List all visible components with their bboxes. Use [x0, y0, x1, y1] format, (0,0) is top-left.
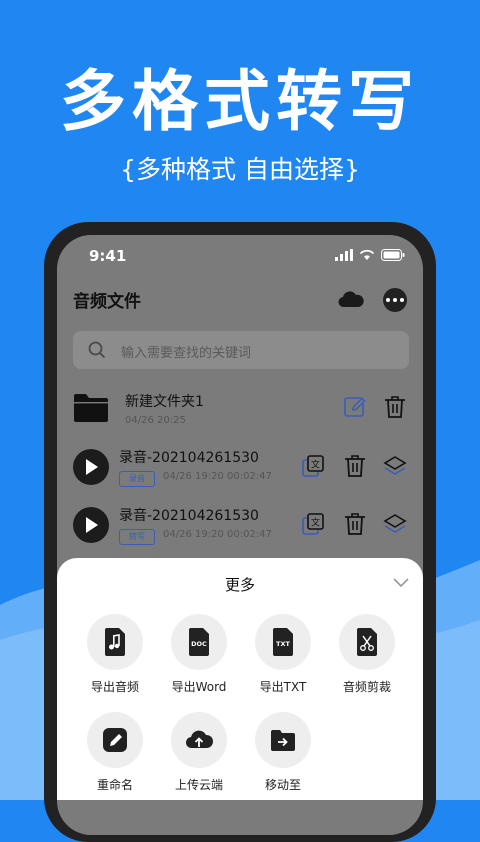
delete-icon[interactable] — [383, 395, 407, 419]
item-meta: 04/26 19:20 00:02:47 — [163, 529, 272, 540]
svg-text:文: 文 — [311, 459, 320, 471]
chevron-down-icon[interactable] — [393, 578, 409, 588]
transcribe-icon[interactable]: 文 — [301, 454, 325, 478]
option-label: 导出TXT — [259, 680, 307, 694]
layers-icon[interactable] — [383, 512, 407, 536]
page-title: 音频文件 — [73, 292, 141, 312]
rename-button[interactable]: 重命名 — [75, 712, 155, 793]
option-label: 导出Word — [171, 680, 227, 694]
export-txt-button[interactable]: TXT 导出TXT — [243, 614, 323, 695]
folder-icon — [74, 394, 108, 422]
wifi-icon — [359, 249, 375, 260]
music-file-icon — [105, 628, 125, 656]
item-date: 04/26 20:25 — [125, 415, 186, 426]
upload-cloud-button[interactable]: 上传云端 — [159, 712, 239, 793]
play-button[interactable] — [73, 449, 109, 485]
item-name: 新建文件夹1 — [125, 394, 204, 410]
play-icon — [86, 459, 98, 475]
signal-icon — [335, 249, 353, 261]
more-icon[interactable] — [383, 288, 407, 312]
edit-icon[interactable] — [343, 395, 367, 419]
layers-icon[interactable] — [383, 454, 407, 478]
cloud-icon[interactable] — [337, 287, 365, 311]
export-word-button[interactable]: DOC 导出Word — [159, 614, 239, 695]
export-audio-button[interactable]: 导出音频 — [75, 614, 155, 695]
option-label: 上传云端 — [174, 778, 223, 792]
list-item[interactable]: 录音-202104261530 转写 04/26 19:20 00:02:47 … — [57, 503, 423, 559]
search-icon — [88, 341, 106, 359]
battery-icon — [381, 249, 405, 261]
svg-text:DOC: DOC — [191, 640, 207, 648]
move-folder-icon — [271, 730, 295, 751]
item-name: 录音-202104261530 — [119, 508, 259, 524]
play-button[interactable] — [73, 507, 109, 543]
search-placeholder: 输入需要查找的关键词 — [121, 346, 252, 361]
cloud-upload-icon — [185, 730, 213, 749]
svg-text:TXT: TXT — [276, 640, 290, 648]
item-tag: 转写 — [119, 529, 155, 545]
status-bar: 9:41 — [57, 235, 423, 279]
sheet-title: 更多 — [224, 576, 255, 594]
status-time: 9:41 — [89, 247, 127, 265]
transcribe-icon[interactable]: 文 — [301, 512, 325, 536]
option-label: 重命名 — [96, 778, 133, 792]
item-name: 录音-202104261530 — [119, 450, 259, 466]
delete-icon[interactable] — [343, 512, 367, 536]
list-item[interactable]: 新建文件夹1 04/26 20:25 — [57, 387, 423, 443]
banner-subline: {多种格式 自由选择} — [120, 155, 360, 184]
option-label: 移动至 — [264, 778, 301, 792]
status-icons — [335, 249, 405, 261]
search-input[interactable]: 输入需要查找的关键词 — [73, 331, 409, 369]
scissors-file-icon — [357, 628, 377, 656]
option-label: 音频剪裁 — [342, 680, 391, 694]
delete-icon[interactable] — [343, 454, 367, 478]
svg-text:文: 文 — [311, 517, 320, 529]
audio-trim-button[interactable]: 音频剪裁 — [327, 614, 407, 695]
more-sheet: 更多 导出音频 DOC 导出Word TXT 导出TXT 音频剪裁 重命名 上传… — [57, 558, 423, 800]
doc-file-icon: DOC — [189, 628, 209, 656]
pencil-icon — [103, 728, 127, 752]
item-meta: 04/26 19:20 00:02:47 — [163, 471, 272, 482]
banner-headline: 多格式转写 — [60, 63, 420, 140]
item-tag: 录音 — [119, 471, 155, 487]
option-label: 导出音频 — [90, 680, 139, 694]
txt-file-icon: TXT — [273, 628, 293, 656]
move-to-button[interactable]: 移动至 — [243, 712, 323, 793]
list-item[interactable]: 录音-202104261530 录音 04/26 19:20 00:02:47 … — [57, 445, 423, 501]
play-icon — [86, 517, 98, 533]
